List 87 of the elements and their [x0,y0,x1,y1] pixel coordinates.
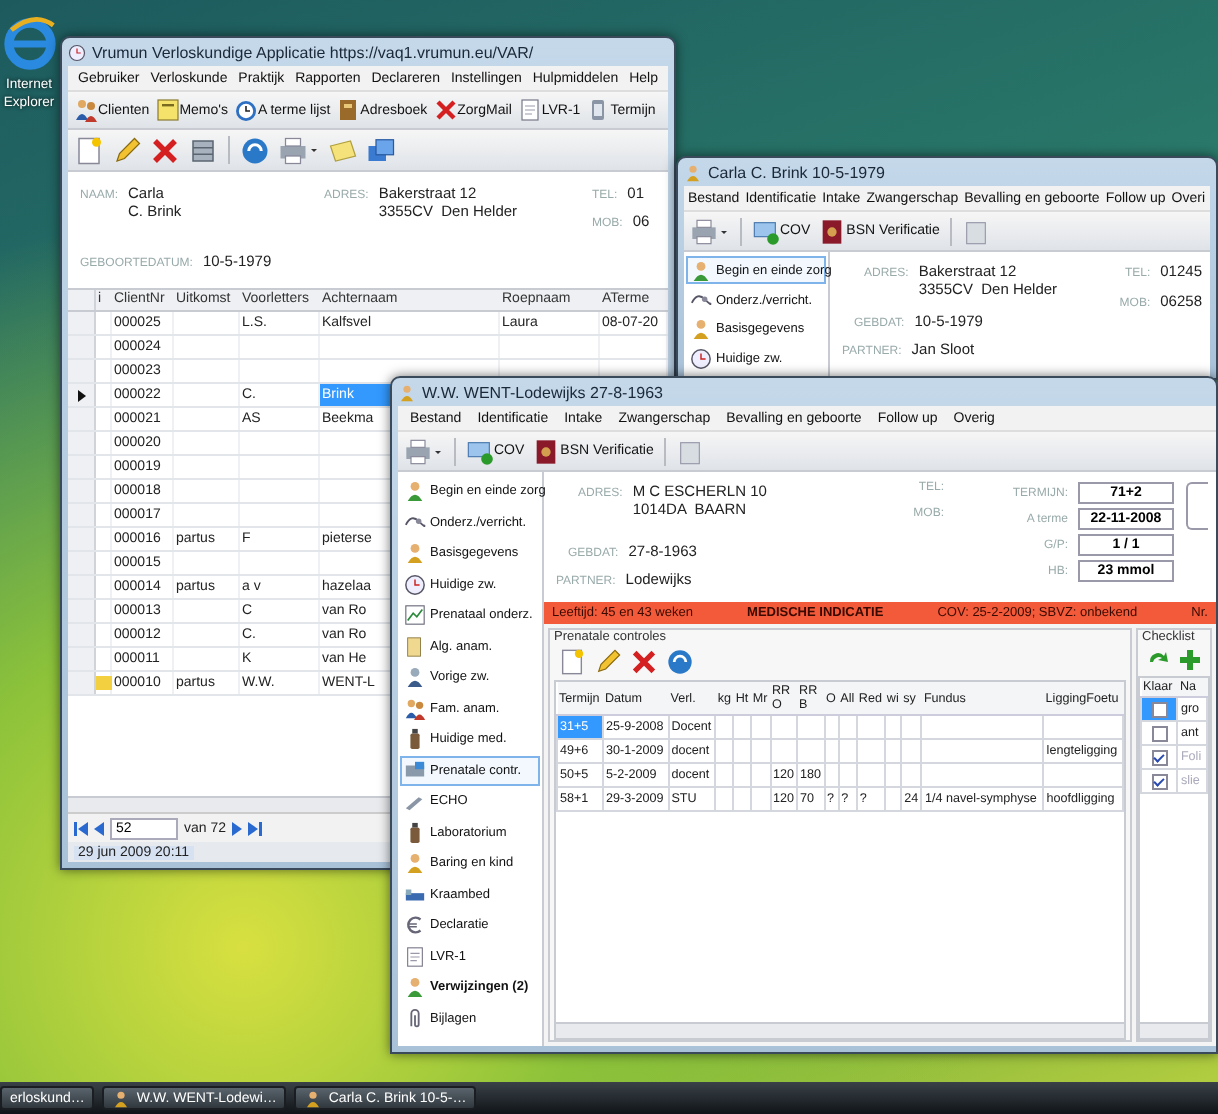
passport-icon [818,217,847,245]
printer-icon [404,437,432,465]
paperclip-icon [404,1007,426,1029]
book-icon [336,98,361,122]
person-icon [398,383,416,401]
previous-page-button[interactable] [94,821,104,835]
note-icon [328,135,358,165]
person-icon [404,542,426,564]
checkbox[interactable] [1151,725,1168,741]
card-check-icon [466,437,494,465]
windows-icon [366,135,396,165]
bottle-icon [404,821,426,843]
person-icon [404,666,426,688]
scrollbar[interactable] [1140,1022,1208,1038]
new-document-icon [558,648,586,676]
pencil-icon [112,135,142,165]
chart-icon [404,604,426,626]
x-mark-icon [150,135,180,165]
checkbox-cell[interactable] [1141,721,1178,745]
first-page-button[interactable] [74,821,88,835]
last-page-button[interactable] [248,821,263,835]
value-field [1186,482,1208,530]
scanner-icon [961,217,990,245]
checkbox[interactable] [1151,701,1168,717]
new-document-icon [74,135,104,165]
printer-icon [278,135,308,165]
first-icon [74,821,88,835]
passport-icon [532,437,561,465]
folder-icon [404,635,426,657]
previous-icon [94,821,104,835]
person-icon [112,1089,131,1107]
person-icon [404,976,426,998]
refresh-icon [240,135,270,165]
clock-icon [690,348,712,371]
add-button[interactable] [1176,646,1204,674]
pencil-icon [594,648,622,676]
next-icon [232,821,243,835]
row-header[interactable] [68,384,96,406]
last-icon [248,821,263,835]
scanner-icon [675,437,704,465]
browser-icon[interactable] [1,16,57,72]
caret-icon [432,445,444,457]
caret-icon [308,144,320,156]
edit-button[interactable] [110,133,144,167]
clock-icon [68,43,86,61]
monitor-icon [404,759,426,781]
document-icon [404,945,426,967]
printer-button[interactable] [688,215,732,247]
edit-button[interactable] [592,646,624,678]
note-icon [155,98,180,122]
window-title: Carla C. Brink 10-5-1979 [708,163,885,181]
next-page-button[interactable] [232,821,243,835]
person-icon [684,163,702,181]
printer-icon [690,217,718,245]
person-icon [304,1089,323,1107]
checkbox-cell[interactable] [1141,697,1178,721]
clock-icon [404,573,426,595]
windows-button[interactable] [364,133,398,167]
delete-button[interactable] [628,646,660,678]
card-check-icon [752,217,780,245]
caret-icon [718,225,730,237]
new-button[interactable] [72,133,106,167]
new-button[interactable] [556,646,588,678]
person-icon [690,259,712,282]
x-mark-icon [433,98,458,122]
delete-button[interactable] [148,133,182,167]
scrollbar[interactable] [556,1022,1124,1038]
cable-icon [404,511,426,533]
people-icon [404,697,426,719]
refresh-button[interactable] [664,646,696,678]
database-icon [188,135,218,165]
person-icon [404,852,426,874]
plus-icon [1178,648,1202,672]
euro-icon [404,914,426,936]
x-mark-icon [630,648,658,676]
window-title: Vrumun Verloskundige Applicatie https://vaq1.vrumun.eu/VAR/ [92,43,534,61]
alarm-clock-icon [233,98,258,122]
person-icon [404,480,426,502]
bottle-icon [404,728,426,750]
refresh-icon [666,648,694,676]
people-icon [74,98,98,122]
person-icon [690,318,712,341]
printer-button[interactable] [402,435,446,467]
scrollbar[interactable] [68,796,390,812]
document-icon [517,98,542,122]
printer-button[interactable] [276,133,322,167]
refresh-button[interactable] [238,133,272,167]
